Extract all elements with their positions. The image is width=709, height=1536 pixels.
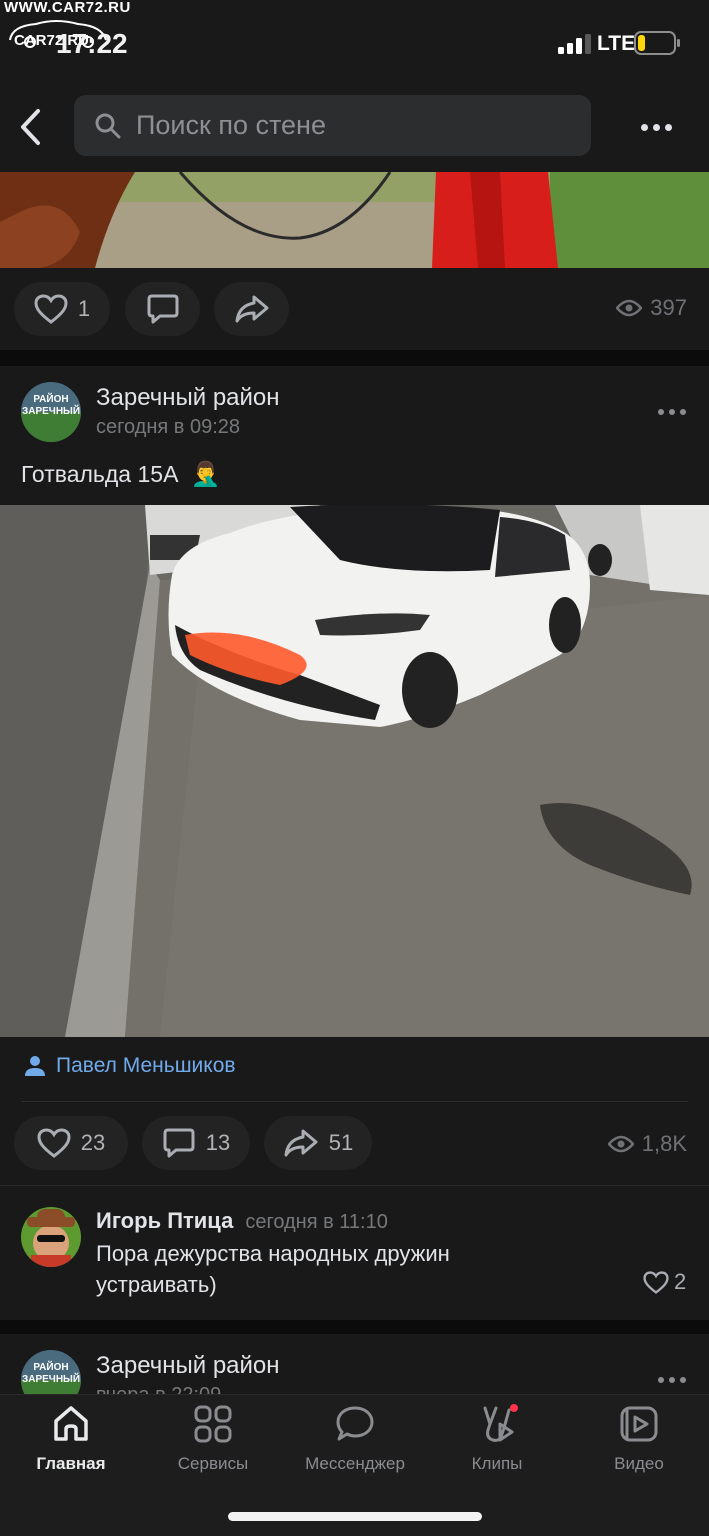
services-icon (194, 1405, 232, 1443)
comment-text: Пора дежурства народных дружин устраиват… (96, 1238, 450, 1300)
eye-icon (607, 1135, 634, 1153)
post-text: Готвальда 15А 🤦‍♂️ (21, 460, 221, 489)
clips-icon (483, 1404, 518, 1442)
heart-icon (643, 1270, 669, 1294)
home-indicator[interactable] (228, 1512, 482, 1521)
post-signer[interactable]: Павел Меньшиков (24, 1054, 236, 1078)
post-comment-count: 13 (205, 1130, 231, 1155)
post-views-count: 1,8K (641, 1131, 687, 1156)
group-avatar[interactable]: РАЙОН ЗАРЕЧНЫЙ (21, 382, 81, 442)
search-field[interactable]: Поиск по стене (74, 95, 591, 156)
tab-messenger-label: Мессенджер (305, 1454, 405, 1473)
comment-time: сегодня в 11:10 (245, 1211, 388, 1233)
search-placeholder: Поиск по стене (136, 110, 326, 140)
post-signer-name: Павел Меньшиков (56, 1054, 236, 1077)
post-card: РАЙОН ЗАРЕЧНЫЙ Заречный район сегодня в … (0, 366, 709, 1320)
comment-text-line-1: Пора дежурства народных дружин (96, 1241, 450, 1266)
prev-like-button[interactable]: 1 (14, 282, 110, 336)
comment-icon (147, 294, 178, 324)
group-avatar[interactable]: РАЙОН ЗАРЕЧНЫЙ (21, 1350, 81, 1400)
comment-author[interactable]: Игорь Птица (96, 1208, 233, 1234)
battery-icon (634, 31, 680, 55)
share-icon (235, 295, 268, 323)
status-time: 17:22 (56, 28, 128, 59)
post-views: 1,8K (607, 1131, 687, 1157)
prev-views: 397 (616, 295, 687, 321)
post-comment-button[interactable]: 13 (142, 1116, 250, 1170)
search-icon (95, 113, 121, 138)
post-like-count: 23 (80, 1130, 106, 1155)
comment-like-count: 2 (674, 1269, 687, 1294)
post-divider (21, 1101, 688, 1102)
tab-services-label: Сервисы (177, 1454, 249, 1473)
post-share-button[interactable]: 51 (264, 1116, 372, 1170)
share-icon (284, 1129, 318, 1157)
user-icon (25, 1056, 45, 1076)
comment-text-line-2: устраивать) (96, 1272, 217, 1297)
comment-like-button[interactable]: 2 (643, 1269, 686, 1295)
tab-video-label: Видео (614, 1454, 664, 1473)
tab-video[interactable]: Видео (568, 1404, 709, 1474)
post-photo[interactable] (0, 505, 709, 1037)
avatar-text-1: РАЙОН (33, 394, 69, 405)
tab-messenger[interactable]: Мессенджер (284, 1404, 426, 1474)
previous-post: 1 397 (0, 172, 709, 350)
commenter-avatar[interactable] (21, 1207, 81, 1267)
tab-services[interactable]: Сервисы (142, 1404, 284, 1474)
post-author[interactable]: Заречный район (96, 384, 280, 412)
eye-icon (616, 299, 643, 317)
video-icon (620, 1406, 658, 1442)
next-post-more-icon[interactable] (658, 1377, 686, 1383)
heart-icon (37, 1128, 71, 1158)
post-like-button[interactable]: 23 (14, 1116, 128, 1170)
comment-header: Игорь Птица сегодня в 11:10 (96, 1208, 388, 1234)
avatar-text-2: ЗАРЕЧНЫЙ (21, 406, 81, 417)
prev-comment-button[interactable] (125, 282, 200, 336)
post-more-icon[interactable] (658, 409, 686, 415)
post-share-count: 51 (328, 1130, 354, 1155)
signal-icon (558, 34, 591, 54)
prev-like-count: 1 (77, 296, 91, 321)
tab-clips[interactable]: Клипы (426, 1404, 568, 1474)
next-post: РАЙОН ЗАРЕЧНЫЙ Заречный район вчера в 22… (0, 1334, 709, 1400)
network-type: LTE (597, 32, 636, 55)
heart-icon (34, 294, 68, 324)
avatar-text-1: РАЙОН (33, 1362, 69, 1373)
prev-views-count: 397 (650, 295, 687, 320)
next-post-author[interactable]: Заречный район (96, 1352, 280, 1380)
avatar-text-2: ЗАРЕЧНЫЙ (21, 1374, 81, 1385)
home-icon (54, 1406, 88, 1441)
messenger-icon (336, 1406, 374, 1441)
prev-share-button[interactable] (214, 282, 289, 336)
post-time: сегодня в 09:28 (96, 416, 240, 438)
tab-home[interactable]: Главная (0, 1404, 142, 1474)
post-text-content: Готвальда 15А (21, 461, 179, 487)
previous-post-photo[interactable] (0, 172, 709, 268)
tab-clips-label: Клипы (471, 1454, 523, 1473)
comment-icon (163, 1128, 195, 1158)
comment-divider (0, 1185, 709, 1186)
chevron-left-icon[interactable] (18, 108, 44, 146)
more-dots-icon[interactable] (641, 124, 672, 131)
tab-home-label: Главная (36, 1454, 106, 1473)
facepalm-emoji: 🤦‍♂️ (190, 461, 221, 488)
